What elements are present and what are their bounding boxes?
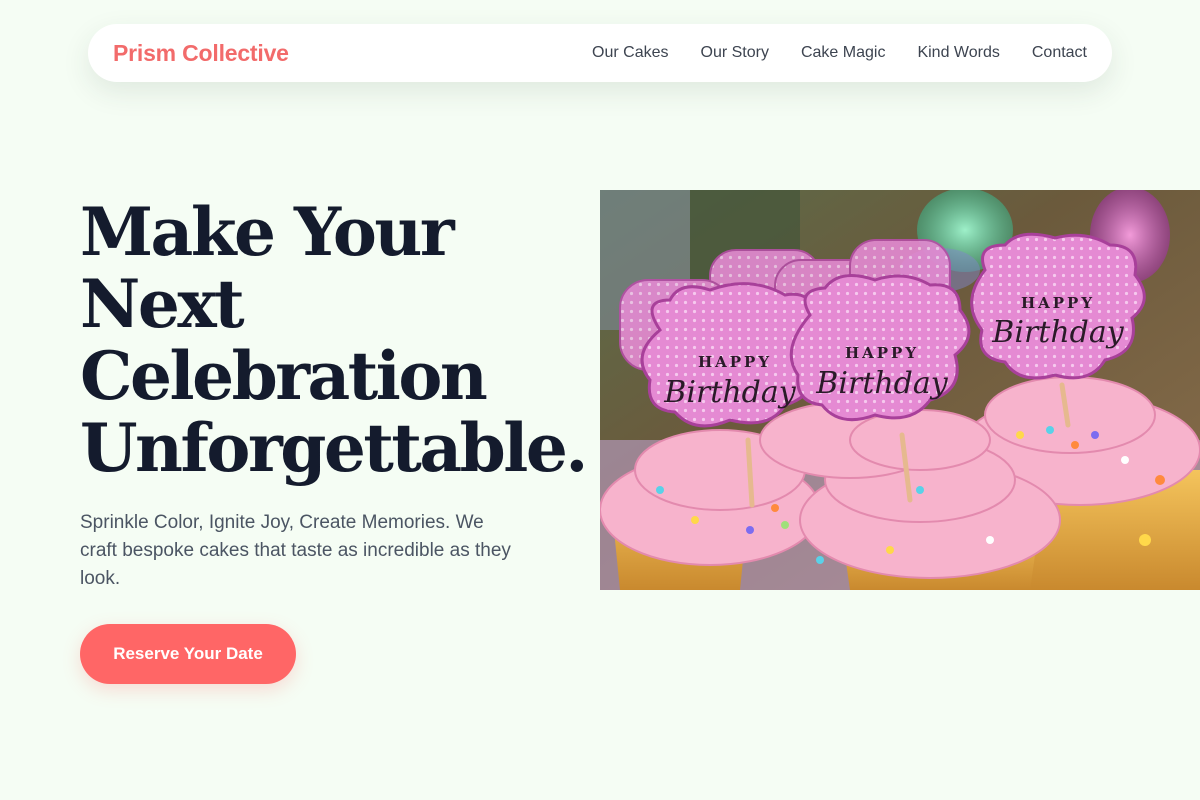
sprinkle xyxy=(656,486,664,494)
topper-center: HAPPY Birthday xyxy=(789,274,971,422)
sprinkle xyxy=(1121,456,1129,464)
cupcakes-illustration: HAPPY Birthday HAPPY Birthday HAPPY Birt… xyxy=(600,190,1200,590)
sprinkle xyxy=(1046,426,1054,434)
hero-title: Make Your Next Celebration Unforgettable… xyxy=(80,193,588,487)
hero-title-line: Next xyxy=(80,265,245,343)
topper-birthday-text: Birthday xyxy=(815,366,948,401)
landing-page: Prism Collective Our Cakes Our Story Cak… xyxy=(0,0,1200,800)
reserve-date-button[interactable]: Reserve Your Date xyxy=(80,624,296,684)
navbar: Prism Collective Our Cakes Our Story Cak… xyxy=(88,24,1112,82)
hero-subtitle: Sprinkle Color, Ignite Joy, Create Memor… xyxy=(80,512,511,589)
hero-title-line: Make Your xyxy=(80,193,455,271)
topper-birthday-text: Birthday xyxy=(991,315,1124,350)
sprinkle xyxy=(771,504,779,512)
sprinkle xyxy=(1139,534,1151,546)
hero-title-line: Unforgettable. xyxy=(80,409,588,487)
hero-image-cupcakes: HAPPY Birthday HAPPY Birthday HAPPY Birt… xyxy=(600,190,1200,590)
sprinkle xyxy=(746,526,754,534)
sprinkle xyxy=(781,521,789,529)
topper-happy-text: HAPPY xyxy=(1021,294,1095,312)
nav-item-contact[interactable]: Contact xyxy=(1032,44,1087,62)
brand-logo[interactable]: Prism Collective xyxy=(113,40,289,67)
topper-happy-text: HAPPY xyxy=(845,344,919,362)
frosting-swirl xyxy=(849,409,991,471)
topper-birthday-text: Birthday xyxy=(663,375,796,410)
sprinkle xyxy=(886,546,894,554)
frosting-swirl xyxy=(984,376,1156,454)
nav-item-kind-words[interactable]: Kind Words xyxy=(917,44,999,62)
sprinkle xyxy=(1071,441,1079,449)
nav-item-our-cakes[interactable]: Our Cakes xyxy=(592,44,668,62)
sprinkle xyxy=(916,486,924,494)
topper-happy-text: HAPPY xyxy=(698,353,772,371)
hero-title-line: Celebration xyxy=(80,337,488,415)
nav-item-cake-magic[interactable]: Cake Magic xyxy=(801,44,885,62)
sprinkle xyxy=(1155,475,1165,485)
topper-right: HAPPY Birthday xyxy=(970,232,1146,380)
sprinkle xyxy=(986,536,994,544)
sprinkle xyxy=(691,516,699,524)
sprinkle xyxy=(1016,431,1024,439)
sprinkle xyxy=(816,556,824,564)
sprinkle xyxy=(1091,431,1099,439)
nav-links: Our Cakes Our Story Cake Magic Kind Word… xyxy=(592,44,1087,62)
nav-item-our-story[interactable]: Our Story xyxy=(701,44,769,62)
